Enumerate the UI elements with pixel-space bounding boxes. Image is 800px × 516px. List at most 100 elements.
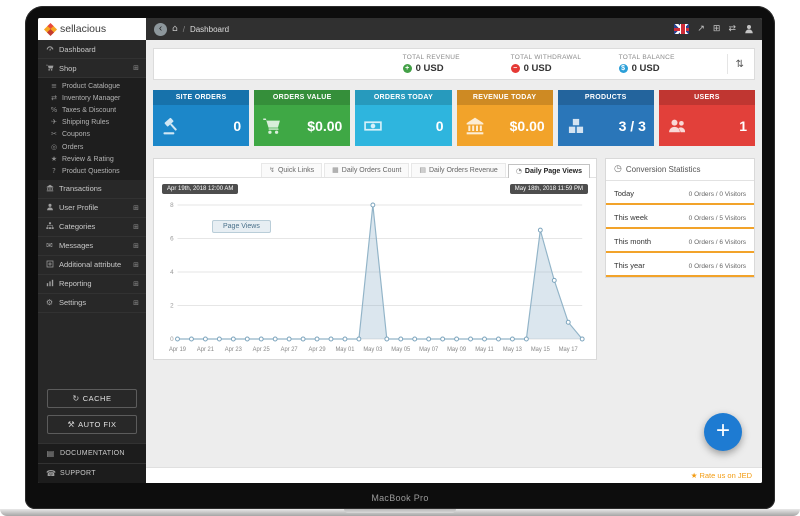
svg-text:May 11: May 11: [475, 347, 494, 353]
conversion-row-value: 0 Orders / 6 Visitors: [688, 239, 746, 246]
sidebar-subitem-orders[interactable]: ◎ Orders: [38, 141, 146, 153]
sidebar: sellacious Dashboard Shop ⊞ ≡ Product Catalo…: [38, 18, 146, 483]
svg-text:May 01: May 01: [335, 347, 354, 353]
sidebar-item-reporting[interactable]: Reporting ⊞: [38, 275, 146, 294]
shopping-cart-icon: [45, 64, 53, 71]
gear-icon: ⚙: [45, 297, 54, 307]
sidebar-footer-label: SUPPORT: [60, 470, 96, 477]
expand-icon[interactable]: ⊞: [133, 223, 139, 231]
sidebar-subitem-product-catalogue[interactable]: ≡ Product Catalogue: [38, 80, 146, 92]
chart-panel: ↯ Quick Links ▦ Daily Orders Count ▤ Daily Or…: [153, 158, 597, 360]
sidebar-subitem-shipping-rules[interactable]: ✈ Shipping Rules: [38, 117, 146, 129]
rate-us-link[interactable]: ★ Rate us on JED: [691, 471, 752, 480]
sidebar-item-label: Reporting: [59, 279, 92, 288]
chart-area: Apr 19th, 2018 12:00 AM May 18th, 2018 1…: [154, 178, 596, 359]
back-button[interactable]: ‹: [154, 22, 167, 36]
svg-text:Apr 27: Apr 27: [281, 347, 298, 353]
expand-icon[interactable]: ⊞: [133, 261, 139, 269]
expand-icon[interactable]: ⊞: [133, 280, 139, 288]
tile-value: 1: [739, 117, 748, 134]
attribute-icon: [46, 260, 53, 268]
sidebar-subitem-label: Shipping Rules: [62, 119, 110, 127]
action-button-label: CACHE: [82, 394, 112, 403]
tab-daily-orders-count[interactable]: ▦ Daily Orders Count: [324, 163, 410, 177]
tile-value: 0: [435, 117, 444, 134]
sidebar-item-messages[interactable]: ✉ Messages ⊞: [38, 237, 146, 256]
brand-logo[interactable]: sellacious: [38, 18, 146, 40]
topbar: ‹ ⌂ / Dashboard ↗ ⊞ ⇄: [146, 18, 762, 40]
add-button[interactable]: +: [704, 413, 742, 451]
tile-label: ORDERS TODAY: [355, 90, 452, 105]
sidebar-item-label: Shop: [59, 63, 77, 73]
question-icon: ?: [52, 166, 56, 175]
expand-icon[interactable]: ⊞: [133, 242, 139, 250]
tab-label: Daily Page Views: [524, 168, 582, 175]
svg-text:4: 4: [170, 269, 174, 276]
switch-view-icon[interactable]: ⇄: [728, 24, 736, 34]
panels-row: ↯ Quick Links ▦ Daily Orders Count ▤ Daily Or…: [153, 158, 755, 360]
sidebar-subitem-taxes-discount[interactable]: % Taxes & Discount: [38, 104, 146, 116]
sidebar-subitem-product-questions[interactable]: ? Product Questions: [38, 165, 146, 177]
svg-text:6: 6: [170, 235, 174, 242]
sidebar-subitem-review-rating[interactable]: ★ Review & Rating: [38, 153, 146, 165]
svg-text:8: 8: [170, 202, 174, 209]
sidebar-subitem-label: Product Questions: [62, 167, 120, 175]
conversion-row-label: This month: [614, 237, 652, 246]
sidebar-subitem-label: Product Catalogue: [62, 82, 120, 90]
svg-text:Apr 21: Apr 21: [197, 347, 214, 353]
sidebar-item-settings[interactable]: ⚙ Settings ⊞: [38, 294, 146, 313]
auto-fix-button[interactable]: ⚒ AUTO FIX: [47, 415, 137, 434]
tile-revenue-today[interactable]: REVENUE TODAY $0.00: [456, 90, 553, 146]
sidebar-subitem-inventory-manager[interactable]: ⇄ Inventory Manager: [38, 92, 146, 104]
sidebar-subitem-coupons[interactable]: ✂ Coupons: [38, 129, 146, 141]
tab-quick-links[interactable]: ↯ Quick Links: [261, 163, 323, 177]
tab-daily-page-views[interactable]: ◔ Daily Page Views: [507, 164, 590, 178]
tile-users[interactable]: USERS 1: [658, 90, 756, 146]
home-icon[interactable]: ⌂: [172, 24, 178, 34]
sidebar-item-label: Dashboard: [59, 44, 96, 54]
sort-icon[interactable]: ⇅: [726, 54, 744, 74]
quick-links-icon: ↯: [269, 166, 275, 174]
conversion-row-value: 0 Orders / 5 Visitors: [688, 215, 746, 222]
support-icon: ☎: [46, 468, 57, 478]
legend-page-views[interactable]: Page Views: [212, 220, 271, 233]
stat-tiles: SITE ORDERS 0 ORDERS VALUE $0.00 ORDERS TODA…: [153, 90, 756, 146]
sidebar-footer-label: DOCUMENTATION: [60, 450, 125, 457]
sidebar-item-additional-attribute[interactable]: Additional attribute ⊞: [38, 256, 146, 275]
sidebar-item-dashboard[interactable]: Dashboard: [38, 40, 146, 59]
sidebar-item-transactions[interactable]: Transactions: [38, 180, 146, 199]
sidebar-subitem-label: Coupons: [62, 131, 91, 139]
sidebar-item-user-profile[interactable]: User Profile ⊞: [38, 199, 146, 218]
range-end-badge: May 18th, 2018 11:59 PM: [509, 184, 588, 194]
sidebar-item-shop[interactable]: Shop ⊞: [38, 59, 146, 78]
tile-orders-value[interactable]: ORDERS VALUE $0.00: [254, 90, 351, 146]
tab-daily-orders-revenue[interactable]: ▤ Daily Orders Revenue: [411, 163, 506, 177]
dashboard-content: TOTAL REVENUE +0 USD TOTAL WITHDRAWAL −0 US…: [146, 40, 762, 483]
eye-icon: ◔: [515, 167, 522, 175]
sidebar-item-support[interactable]: ☎ SUPPORT: [38, 463, 146, 483]
expand-icon[interactable]: ⊞: [133, 64, 139, 72]
sidebar-item-categories[interactable]: Categories ⊞: [38, 218, 146, 237]
tile-products[interactable]: PRODUCTS 3 / 3: [557, 90, 654, 146]
total-value: 0 USD: [523, 63, 552, 74]
tab-label: Daily Orders Count: [341, 167, 402, 174]
language-flag-icon[interactable]: [674, 24, 690, 34]
bank-building-icon: [46, 184, 53, 192]
fullscreen-icon[interactable]: ⊞: [713, 24, 721, 34]
conversion-row-this-year: This year 0 Orders / 6 Visitors: [606, 253, 754, 277]
expand-icon[interactable]: ⊞: [133, 299, 139, 307]
tile-label: PRODUCTS: [557, 90, 654, 105]
cache-button[interactable]: ↻ CACHE: [47, 389, 137, 408]
scissors-icon: ✂: [51, 130, 57, 139]
orders-icon: ◎: [50, 142, 58, 151]
user-account-icon[interactable]: [744, 24, 754, 34]
user-group-icon: [668, 119, 685, 132]
tile-orders-today[interactable]: ORDERS TODAY 0: [355, 90, 452, 146]
sidebar-item-documentation[interactable]: ▤ DOCUMENTATION: [38, 443, 146, 463]
conversion-row-today: Today 0 Orders / 0 Visitors: [606, 181, 754, 205]
external-link-icon[interactable]: ↗: [697, 24, 705, 34]
expand-icon[interactable]: ⊞: [133, 204, 139, 212]
tile-value: 3 / 3: [618, 117, 646, 134]
tile-site-orders[interactable]: SITE ORDERS 0: [153, 90, 250, 146]
svg-text:May 13: May 13: [503, 347, 523, 353]
